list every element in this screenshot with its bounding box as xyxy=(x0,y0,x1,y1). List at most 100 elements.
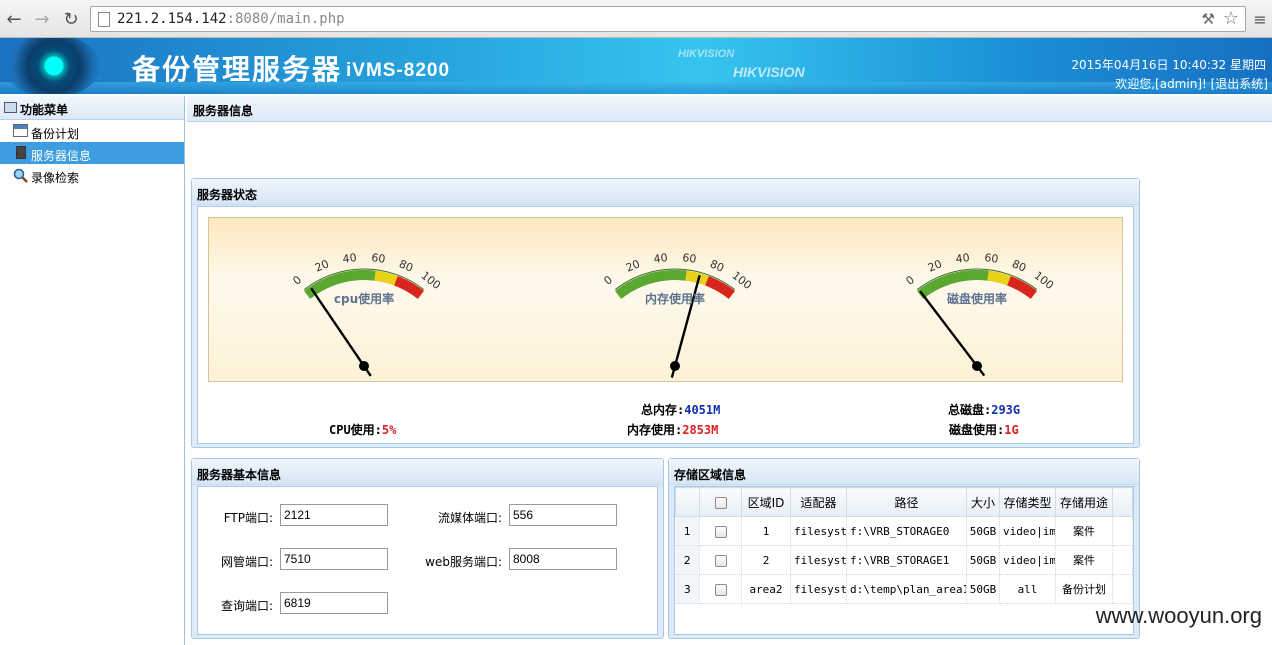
forward-icon[interactable]: → xyxy=(31,8,53,30)
url-path: :8080/main.php xyxy=(226,11,345,27)
size-cell: 50GB xyxy=(966,545,1000,575)
bookmark-star-icon[interactable]: ☆ xyxy=(1223,8,1239,29)
header-banner: 备份管理服务器 iVMS-8200 HIKVISION HIKVISION 20… xyxy=(0,38,1272,94)
size-cell: 50GB xyxy=(966,516,1000,546)
area-id-cell: 2 xyxy=(741,545,791,575)
magnifier-icon xyxy=(13,168,28,183)
select-all-checkbox[interactable] xyxy=(714,496,727,509)
disk-used-stat: 磁盘使用:1G xyxy=(949,421,1019,438)
stream-port-field[interactable]: 556 xyxy=(509,504,617,526)
column-header[interactable]: 适配器 xyxy=(790,487,847,517)
adapter-text: filesystem xyxy=(794,553,846,567)
address-bar[interactable]: 221.2.154.142:8080/main.php ⚒ ☆ xyxy=(90,6,1246,32)
mem-used-value: 2853M xyxy=(682,423,719,437)
select-all-checkbox-cell[interactable] xyxy=(699,487,742,517)
breadcrumb: 服务器信息 xyxy=(187,96,1272,122)
table-header-row: 区域ID 适配器 路径 大小 存储类型 存储用途 xyxy=(675,487,1133,517)
sidebar-item-server-info[interactable]: 服务器信息 xyxy=(0,142,184,164)
url-text[interactable]: 221.2.154.142:8080/main.php xyxy=(117,11,345,27)
use-cell: 案件 xyxy=(1055,545,1113,575)
query-port-field[interactable]: 6819 xyxy=(280,592,388,614)
adapter-cell: filesystem xyxy=(790,574,847,604)
gauge-tick-label: 40 xyxy=(653,251,669,266)
cpu-used-label: CPU使用: xyxy=(329,423,382,437)
storage-area-body: 区域ID 适配器 路径 大小 存储类型 存储用途 1 1 filesyste xyxy=(674,486,1134,635)
url-host: 221.2.154.142 xyxy=(117,11,227,27)
type-cell: video|image xyxy=(999,516,1056,546)
table-row[interactable]: 3 area2 filesystem d:\temp\plan_area1\ 5… xyxy=(675,574,1133,604)
column-header[interactable]: 存储用途 xyxy=(1055,487,1113,517)
net-port-field[interactable]: 7510 xyxy=(280,548,388,570)
column-header[interactable]: 存储类型 xyxy=(999,487,1056,517)
back-icon[interactable]: ← xyxy=(3,8,25,30)
sidebar: 功能菜单 备份计划 服务器信息 录像检索 xyxy=(0,96,185,645)
gauge-tick-label: 20 xyxy=(313,257,331,274)
path-text: d:\temp\plan_area1\ xyxy=(850,582,966,596)
sidebar-title: 功能菜单 xyxy=(0,96,184,120)
disk-used-label: 磁盘使用: xyxy=(949,423,1005,437)
ftp-port-field[interactable]: 2121 xyxy=(280,504,388,526)
gauge-tick-label: 80 xyxy=(708,257,726,274)
web-port-field[interactable]: 8008 xyxy=(509,548,617,570)
basic-info-panel: 服务器基本信息 FTP端口: 2121 流媒体端口: 556 网管端口: 751… xyxy=(191,458,664,639)
type-cell: video|image xyxy=(999,545,1056,575)
table-row[interactable]: 2 2 filesystem f:\VRB_STORAGE1 50GB vide… xyxy=(675,545,1133,575)
menu-icon[interactable]: ≡ xyxy=(1249,8,1271,30)
path-cell: f:\VRB_STORAGE0 xyxy=(846,516,967,546)
column-header[interactable]: 大小 xyxy=(966,487,1000,517)
gauge-tick-label: 20 xyxy=(624,257,642,274)
gauge-hub xyxy=(670,361,680,371)
panel-title: 服务器基本信息 xyxy=(192,459,663,485)
brand-logo: HIKVISION xyxy=(733,64,805,80)
row-checkbox[interactable] xyxy=(714,583,727,596)
disk-total-label: 总磁盘: xyxy=(948,403,992,417)
reload-icon[interactable]: ↻ xyxy=(60,8,82,30)
mem-total-label: 总内存: xyxy=(641,403,685,417)
sidebar-item-record-search[interactable]: 录像检索 xyxy=(0,164,184,186)
row-checkbox-cell[interactable] xyxy=(699,545,742,575)
table-row[interactable]: 1 1 filesystem f:\VRB_STORAGE0 50GB vide… xyxy=(675,516,1133,546)
wrench-icon[interactable]: ⚒ xyxy=(1202,10,1215,28)
gauge-hub xyxy=(972,361,982,371)
cpu-gauge-label: cpu使用率 xyxy=(333,292,395,306)
panel-title: 服务器状态 xyxy=(192,179,1139,205)
gauge-tick-label: 0 xyxy=(903,273,917,288)
current-datetime: 2015年04月16日 10:40:32 星期四 xyxy=(1071,58,1266,72)
page-icon xyxy=(98,12,110,27)
app-title: 备份管理服务器 xyxy=(132,53,343,86)
disk-total-stat: 总磁盘:293G xyxy=(948,401,1020,418)
area-id-cell: 1 xyxy=(741,516,791,546)
mem-total-stat: 总内存:4051M xyxy=(641,401,720,418)
gauge-strip: 0 20 40 60 80 100 cpu使用率 0 20 40 60 80 100 内存使用率 0… xyxy=(208,217,1123,382)
rownum-header xyxy=(675,487,700,517)
menu-folder-icon xyxy=(4,102,17,113)
gauge-hub xyxy=(359,361,369,371)
server-icon xyxy=(16,146,26,159)
welcome-logout-link[interactable]: 欢迎您,[admin]! [退出系统] xyxy=(1115,75,1268,92)
filler-header xyxy=(1112,487,1133,517)
row-checkbox[interactable] xyxy=(714,525,727,538)
row-checkbox[interactable] xyxy=(714,554,727,567)
row-checkbox-cell[interactable] xyxy=(699,516,742,546)
site-watermark: www.wooyun.org xyxy=(1095,603,1262,628)
main-content: 服务器信息 服务器状态 0 20 40 60 80 100 cpu使用率 0 20 40 60 8… xyxy=(187,96,1272,645)
cpu-used-stat: CPU使用:5% xyxy=(329,421,396,438)
row-checkbox-cell[interactable] xyxy=(699,574,742,604)
type-text: video|image xyxy=(1003,553,1055,567)
status-panel-body: 0 20 40 60 80 100 cpu使用率 0 20 40 60 80 100 内存使用率 0… xyxy=(197,206,1134,444)
gauge-tick-label: 0 xyxy=(601,273,615,288)
row-number: 1 xyxy=(675,516,700,546)
server-status-panel: 服务器状态 0 20 40 60 80 100 cpu使用率 0 20 40 60 80 100 内… xyxy=(191,178,1140,448)
disk-gauge-label: 磁盘使用率 xyxy=(946,292,1007,306)
storage-table: 区域ID 适配器 路径 大小 存储类型 存储用途 1 1 filesyste xyxy=(675,487,1133,604)
column-header[interactable]: 路径 xyxy=(846,487,967,517)
sidebar-title-text: 功能菜单 xyxy=(20,103,69,117)
gauge-tick-label: 80 xyxy=(397,257,415,274)
column-header[interactable]: 区域ID xyxy=(741,487,791,517)
gauge-tick-label: 80 xyxy=(1010,257,1028,274)
filler-cell xyxy=(1112,516,1133,546)
sidebar-item-backup-plan[interactable]: 备份计划 xyxy=(0,120,184,142)
use-cell: 备份计划 xyxy=(1055,574,1113,604)
area-id-cell: area2 xyxy=(741,574,791,604)
disk-used-value: 1G xyxy=(1004,423,1019,437)
